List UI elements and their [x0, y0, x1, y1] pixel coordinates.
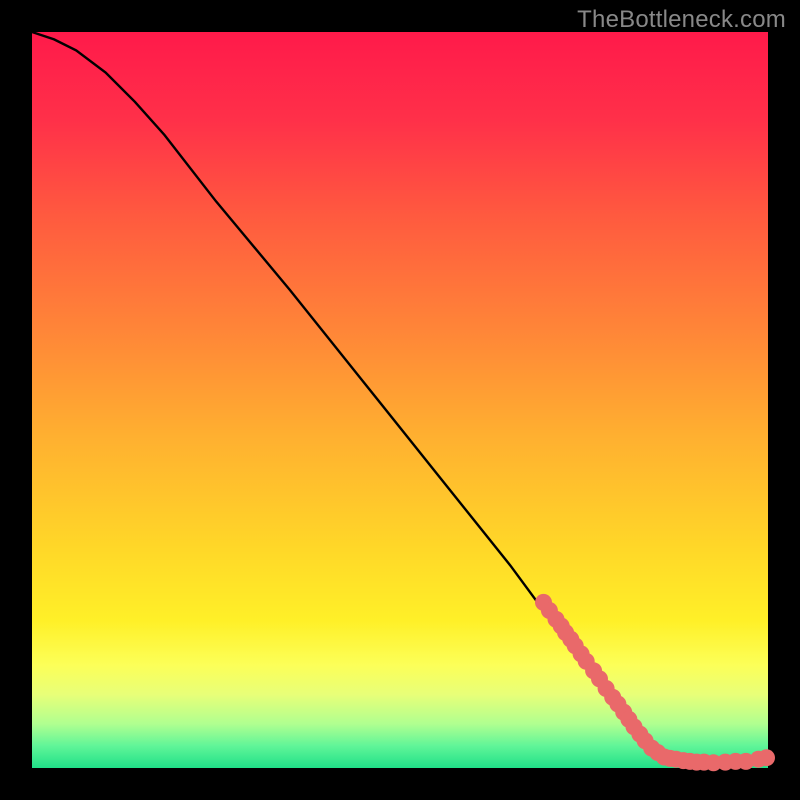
plot-background [32, 32, 768, 768]
chart-svg [0, 0, 800, 800]
scatter-point [758, 749, 775, 766]
attribution-label: TheBottleneck.com [577, 6, 786, 34]
chart-stage: TheBottleneck.com [0, 0, 800, 800]
